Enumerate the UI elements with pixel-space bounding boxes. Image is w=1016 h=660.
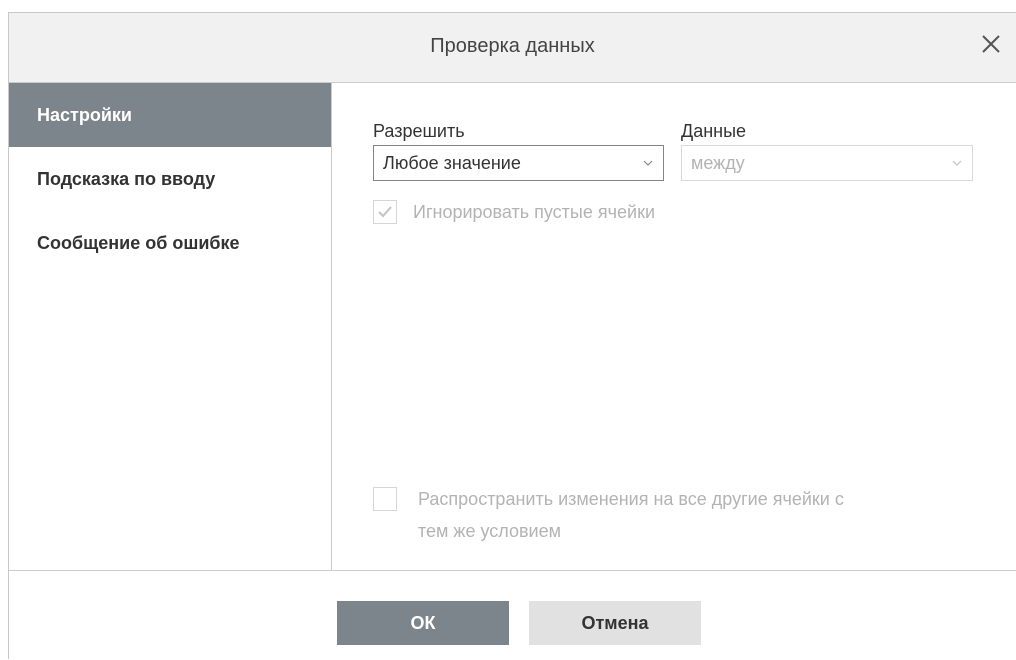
allow-label: Разрешить bbox=[373, 121, 465, 141]
data-label: Данные bbox=[681, 121, 747, 141]
allow-select-value: Любое значение bbox=[383, 153, 521, 173]
sidebar: Настройки Подсказка по вводу Сообщение о… bbox=[9, 83, 332, 570]
sidebar-item-input-message[interactable]: Подсказка по вводу bbox=[9, 147, 331, 211]
sidebar-item-label: Настройки bbox=[37, 105, 132, 125]
checkmark-icon bbox=[378, 206, 392, 218]
chevron-down-icon bbox=[643, 160, 653, 166]
dialog-footer: ОК Отмена bbox=[9, 570, 1016, 660]
ignore-blank-label: Игнорировать пустые ячейки bbox=[413, 202, 655, 222]
allow-select[interactable]: Любое значение bbox=[373, 145, 664, 181]
ignore-blank-checkbox[interactable] bbox=[373, 200, 397, 224]
settings-panel: Разрешить Любое значение Данные между Иг… bbox=[332, 83, 1016, 570]
chevron-down-icon bbox=[952, 160, 962, 166]
dialog-header: Проверка данных bbox=[9, 13, 1016, 83]
data-validation-dialog: Проверка данных Настройки Подсказка по в… bbox=[8, 12, 1016, 659]
data-select[interactable]: между bbox=[681, 145, 973, 181]
sidebar-item-settings[interactable]: Настройки bbox=[9, 83, 331, 147]
ok-button[interactable]: ОК bbox=[337, 601, 509, 645]
dialog-title: Проверка данных bbox=[430, 35, 595, 57]
close-button[interactable] bbox=[976, 29, 1006, 59]
data-select-value: между bbox=[691, 153, 745, 173]
cancel-button[interactable]: Отмена bbox=[529, 601, 701, 645]
close-icon bbox=[982, 35, 1000, 53]
apply-all-checkbox[interactable] bbox=[373, 487, 397, 511]
apply-all-label-line2: тем же условием bbox=[418, 521, 561, 541]
sidebar-item-label: Сообщение об ошибке bbox=[37, 233, 240, 253]
sidebar-item-error-alert[interactable]: Сообщение об ошибке bbox=[9, 211, 331, 275]
sidebar-item-label: Подсказка по вводу bbox=[37, 169, 216, 189]
apply-all-label-line1: Распространить изменения на все другие я… bbox=[418, 489, 844, 509]
